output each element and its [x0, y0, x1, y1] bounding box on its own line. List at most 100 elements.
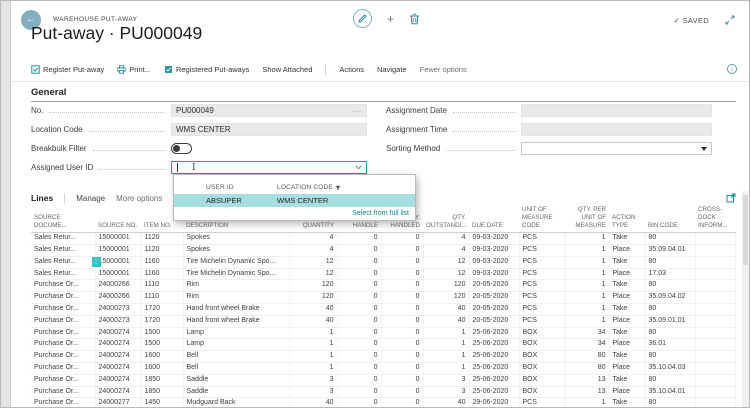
- cell[interactable]: 1: [565, 397, 610, 407]
- cell[interactable]: 1720: [141, 303, 184, 316]
- cell[interactable]: BOX: [519, 350, 566, 363]
- assist-edit-button[interactable]: ...: [353, 107, 362, 114]
- cell[interactable]: Sales Retur...: [31, 232, 96, 245]
- cell[interactable]: 09-03-2020: [469, 232, 520, 245]
- cell[interactable]: 80: [645, 232, 696, 245]
- cell[interactable]: Bell: [183, 350, 290, 363]
- column-header[interactable]: QTY. OUTSTANDI...: [423, 204, 469, 234]
- table-row[interactable]: Purchase Or... 24000274 1850 Saddle 3 0 0 3 25-0…: [31, 374, 736, 387]
- cell[interactable]: Purchase Or...: [31, 350, 96, 363]
- cell[interactable]: 1: [565, 291, 610, 304]
- column-header[interactable]: ACTION TYPE: [609, 204, 645, 234]
- cell[interactable]: 0: [381, 256, 424, 269]
- cell[interactable]: 1: [289, 362, 338, 375]
- cell[interactable]: PCS: [519, 244, 566, 257]
- assigned-user-input[interactable]: I: [171, 161, 367, 174]
- cell[interactable]: Purchase Or...: [31, 291, 96, 304]
- cell[interactable]: [695, 303, 736, 316]
- cell[interactable]: 80: [645, 256, 696, 269]
- cell[interactable]: 36.01: [645, 338, 696, 352]
- cell[interactable]: Take: [609, 232, 646, 245]
- table-row[interactable]: Sales Retur... 15000001 1160 Tire Michelin …: [31, 268, 736, 281]
- fewer-options-button[interactable]: Fewer options: [420, 65, 467, 74]
- cell[interactable]: Tire Michelin Dynamic Spo...: [183, 256, 290, 269]
- cell[interactable]: 15000001: [95, 244, 142, 257]
- table-row[interactable]: Purchase Or... 24000274 1600 Bell 1 0 0 1 25-06-…: [31, 362, 736, 375]
- cell[interactable]: Mudguard Back: [183, 397, 290, 407]
- new-record-button[interactable]: +: [387, 13, 394, 25]
- cell[interactable]: 0: [381, 386, 424, 399]
- cell[interactable]: Spokes: [183, 232, 290, 245]
- cell[interactable]: 35.09.04.01: [645, 244, 696, 257]
- table-row[interactable]: Purchase Or... 24000277 1450 Mudguard Back 4…: [31, 397, 736, 407]
- no-field[interactable]: PU000049 ...: [171, 104, 367, 117]
- cell[interactable]: Purchase Or...: [31, 362, 96, 375]
- cell[interactable]: 25-06-2020: [469, 386, 520, 399]
- cell[interactable]: 3: [289, 374, 338, 387]
- cell[interactable]: BOX: [519, 374, 566, 387]
- cell[interactable]: PCS: [519, 279, 566, 293]
- cell[interactable]: 0: [381, 397, 424, 407]
- cell[interactable]: 1: [423, 338, 470, 352]
- cell[interactable]: 1: [565, 279, 610, 293]
- cell[interactable]: 1120: [141, 232, 184, 245]
- cell[interactable]: 1600: [141, 350, 184, 363]
- cell[interactable]: 0: [381, 244, 424, 257]
- cell[interactable]: 4: [423, 232, 470, 245]
- cell[interactable]: 29-06-2020: [469, 397, 520, 407]
- cell[interactable]: 20-05-2020: [469, 291, 520, 304]
- column-header[interactable]: SOURCE NO.: [95, 204, 141, 234]
- cell[interactable]: 4: [289, 244, 338, 257]
- cell[interactable]: 1500: [141, 327, 184, 340]
- cell[interactable]: 4: [423, 244, 470, 257]
- cell[interactable]: 0: [337, 244, 382, 257]
- select-from-full-list-link[interactable]: Select from full list: [352, 210, 409, 217]
- cell[interactable]: Take: [609, 374, 646, 387]
- table-row[interactable]: Purchase Or... 24000274 1500 Lamp 1 0 0 1 25-06-…: [31, 327, 736, 340]
- cell[interactable]: 80: [645, 350, 696, 363]
- cell[interactable]: [695, 268, 736, 281]
- cell[interactable]: 0: [337, 374, 382, 387]
- cell[interactable]: Rim: [183, 279, 290, 293]
- vertical-scrollbar[interactable]: [742, 191, 749, 407]
- cell[interactable]: 120: [289, 291, 338, 304]
- delete-button[interactable]: [409, 13, 420, 25]
- cell[interactable]: 80: [645, 397, 696, 407]
- cell[interactable]: [695, 315, 736, 328]
- cell[interactable]: 1600: [141, 362, 184, 375]
- cell[interactable]: Place: [609, 386, 646, 399]
- cell[interactable]: Lamp: [183, 327, 290, 340]
- cell[interactable]: 80: [645, 327, 696, 340]
- cell[interactable]: Take: [609, 279, 646, 293]
- cell[interactable]: 0: [381, 327, 424, 340]
- cell[interactable]: 1110: [141, 291, 184, 304]
- cell[interactable]: 0: [381, 268, 424, 281]
- cell[interactable]: 0: [337, 232, 382, 245]
- cell[interactable]: 0: [337, 327, 382, 340]
- cell[interactable]: 09-03-2020: [469, 256, 520, 269]
- cell[interactable]: 20-05-2020: [469, 303, 520, 316]
- cell[interactable]: 0: [337, 338, 382, 352]
- cell[interactable]: 0: [381, 362, 424, 375]
- cell[interactable]: Purchase Or...: [31, 279, 96, 293]
- cell[interactable]: Place: [609, 338, 646, 352]
- cell[interactable]: Place: [609, 244, 646, 257]
- cell[interactable]: [695, 397, 736, 407]
- cell[interactable]: 1120: [141, 244, 184, 257]
- cell[interactable]: 0: [381, 303, 424, 316]
- cell[interactable]: 0: [337, 291, 382, 304]
- assignment-date-field[interactable]: [521, 104, 712, 117]
- cell[interactable]: 120: [423, 291, 470, 304]
- cell[interactable]: PCS: [519, 256, 566, 269]
- cell[interactable]: Purchase Or...: [31, 315, 96, 328]
- chevron-down-icon[interactable]: [355, 165, 362, 170]
- cell[interactable]: Bell: [183, 362, 290, 375]
- cell[interactable]: 34: [565, 327, 610, 340]
- cell[interactable]: 0: [381, 232, 424, 245]
- cell[interactable]: 1: [565, 256, 610, 269]
- cell[interactable]: 1850: [141, 386, 184, 399]
- cell[interactable]: 120: [289, 279, 338, 293]
- cell[interactable]: 24000266: [95, 291, 142, 304]
- cell[interactable]: 25-06-2020: [469, 350, 520, 363]
- row-selector-indicator[interactable]: ⋮: [91, 257, 101, 268]
